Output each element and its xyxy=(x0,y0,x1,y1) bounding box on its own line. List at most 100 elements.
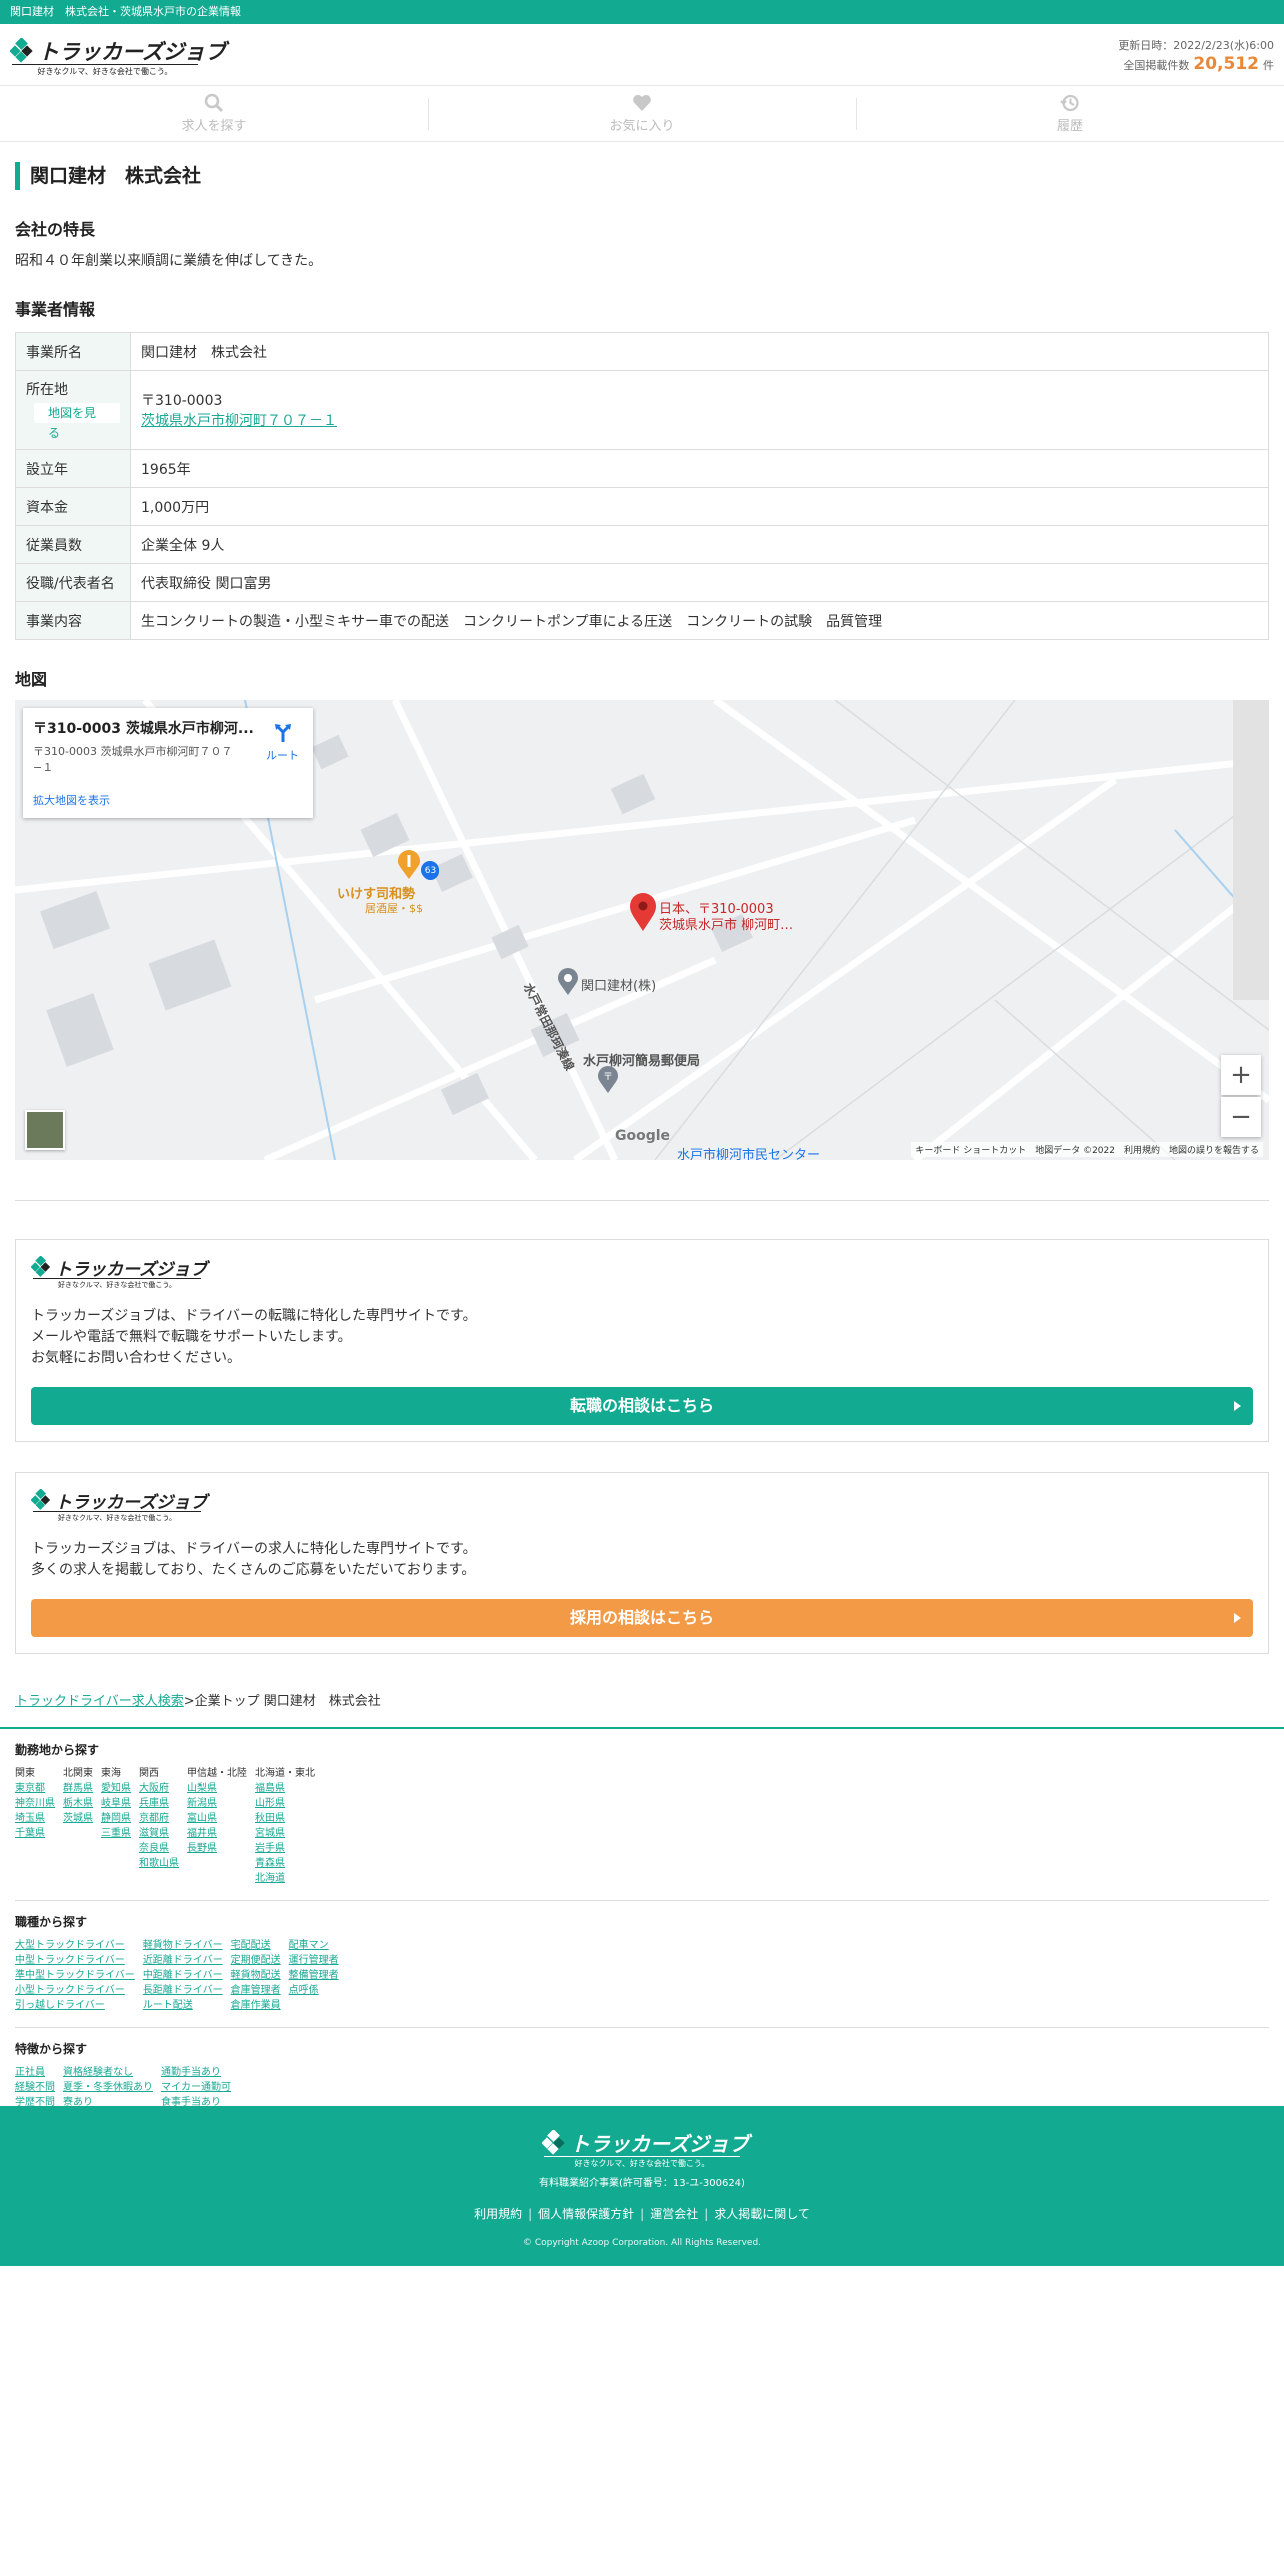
main-nav: 求人を探す お気に入り 履歴 xyxy=(0,86,1284,142)
history-icon xyxy=(1060,94,1079,112)
directory-link[interactable]: 山形県 xyxy=(255,1796,315,1811)
directory-link[interactable]: 整備管理者 xyxy=(289,1968,339,1983)
directory-link[interactable]: 和歌山県 xyxy=(139,1856,179,1871)
directory-link[interactable]: 正社員 xyxy=(15,2065,55,2080)
footer-link-terms[interactable]: 利用規約 xyxy=(474,2207,522,2221)
directory-link[interactable]: 準中型トラックドライバー xyxy=(15,1968,135,1983)
directory-link[interactable]: 奈良県 xyxy=(139,1841,179,1856)
nav-favorites[interactable]: お気に入り xyxy=(428,86,856,141)
zoom-in-button[interactable]: + xyxy=(1221,1055,1261,1095)
directory-link[interactable]: 大阪府 xyxy=(139,1781,179,1796)
directory-link[interactable]: 山梨県 xyxy=(187,1781,247,1796)
company-pin-icon xyxy=(558,968,578,995)
directory-link[interactable]: 通勤手当あり xyxy=(161,2065,241,2080)
footer-link-company[interactable]: 運営会社 xyxy=(634,2207,698,2221)
directory-link[interactable]: 配車マン xyxy=(289,1938,339,1953)
route-button[interactable]: ルート xyxy=(266,722,299,763)
directory-link[interactable]: 青森県 xyxy=(255,1856,315,1871)
zoom-out-button[interactable]: − xyxy=(1221,1097,1261,1137)
directory-link[interactable]: 宮城県 xyxy=(255,1826,315,1841)
directory-link[interactable]: 軽貨物ドライバー xyxy=(143,1938,223,1953)
satellite-toggle[interactable] xyxy=(25,1110,65,1150)
directory-link[interactable]: 岩手県 xyxy=(255,1841,315,1856)
directory-link[interactable]: 宅配配送 xyxy=(231,1938,281,1953)
logo-diamond-icon xyxy=(542,2130,565,2155)
top-bar-text: 関口建材 株式会社・茨城県水戸市の企業情報 xyxy=(10,5,241,18)
location-pin-icon[interactable] xyxy=(629,892,657,932)
directory-link[interactable]: 三重県 xyxy=(101,1826,131,1841)
directory-link[interactable]: 富山県 xyxy=(187,1811,247,1826)
directory-link[interactable]: 引っ越しドライバー xyxy=(15,1998,135,2013)
directory-link[interactable]: 茨城県 xyxy=(63,1811,93,1826)
site-header: トラッカーズジョブ 好きなクルマ、好きな会社で働こう。 更新日時：2022/2/… xyxy=(0,24,1284,86)
directory-link[interactable]: 大型トラックドライバー xyxy=(15,1938,135,1953)
footer-separator xyxy=(0,1727,1284,1729)
directory-link[interactable]: 秋田県 xyxy=(255,1811,315,1826)
directory-link[interactable]: 神奈川県 xyxy=(15,1796,55,1811)
career-consult-button[interactable]: 転職の相談はこちら xyxy=(31,1387,1253,1425)
directory-link[interactable]: 中型トラックドライバー xyxy=(15,1953,135,1968)
directory-link[interactable]: 小型トラックドライバー xyxy=(15,1983,135,1998)
page-title: 関口建材 株式会社 xyxy=(15,162,1269,190)
updated-time: 更新日時：2022/2/23(水)6:00 xyxy=(1118,39,1274,52)
address-link[interactable]: 茨城県水戸市柳河町７０７－１ xyxy=(141,413,337,429)
breadcrumb-current: 企業トップ 関口建材 株式会社 xyxy=(194,1694,381,1709)
footer-logo[interactable]: トラッカーズジョブ 好きなクルマ、好きな会社で働こう。 xyxy=(542,2128,749,2168)
directory-link[interactable]: 経験不問 xyxy=(15,2080,55,2095)
directory-link[interactable]: 福井県 xyxy=(187,1826,247,1841)
map-card-address: 〒310-0003 茨城県水戸市柳河町７０７−１ xyxy=(33,745,233,774)
directory-link[interactable]: 京都府 xyxy=(139,1811,179,1826)
row-label: 設立年 xyxy=(15,449,131,488)
feature-heading: 会社の特長 xyxy=(15,220,96,239)
site-logo[interactable]: トラッカーズジョブ 好きなクルマ、好きな会社で働こう。 xyxy=(10,36,226,78)
company-place-label: 関口建材(株) xyxy=(581,979,657,994)
directory-link[interactable]: ルート配送 xyxy=(143,1998,223,2013)
directory-link[interactable]: 滋賀県 xyxy=(139,1826,179,1841)
directory-link[interactable]: 運行管理者 xyxy=(289,1953,339,1968)
directory-link[interactable]: 千葉県 xyxy=(15,1826,55,1841)
directory-link[interactable]: 岐阜県 xyxy=(101,1796,131,1811)
section-divider xyxy=(15,1200,1269,1201)
directory-link[interactable]: 倉庫管理者 xyxy=(231,1983,281,1998)
directory-column: 配車マン 運行管理者 整備管理者 点呼係 xyxy=(289,1938,339,2013)
directory-link[interactable]: 軽貨物配送 xyxy=(231,1968,281,1983)
directory-link[interactable]: 兵庫県 xyxy=(139,1796,179,1811)
directory-link[interactable]: 愛知県 xyxy=(101,1781,131,1796)
nav-history[interactable]: 履歴 xyxy=(856,86,1284,141)
directory-link[interactable]: 近距離ドライバー xyxy=(143,1953,223,1968)
directory-column: 関西 大阪府 兵庫県 京都府 滋賀県 奈良県 和歌山県 xyxy=(139,1766,179,1886)
footer-link-posting[interactable]: 求人掲載に関して xyxy=(698,2207,810,2221)
count-label: 全国掲載件数 xyxy=(1123,59,1190,72)
directory-link[interactable]: 倉庫作業員 xyxy=(231,1998,281,2013)
breadcrumb-home-link[interactable]: トラックドライバー求人検索 xyxy=(15,1694,184,1709)
directory-link[interactable]: 点呼係 xyxy=(289,1983,339,1998)
hiring-consult-button[interactable]: 採用の相談はこちら xyxy=(31,1599,1253,1637)
directory-link[interactable]: 新潟県 xyxy=(187,1796,247,1811)
route-number-badge: 63 xyxy=(422,863,439,880)
directory-link[interactable]: 定期便配送 xyxy=(231,1953,281,1968)
directory-link[interactable]: 群馬県 xyxy=(63,1781,93,1796)
directory-link[interactable]: 静岡県 xyxy=(101,1811,131,1826)
map-footer-links[interactable]: キーボード ショートカット 地図データ ©2022 利用規約 地図の誤りを報告す… xyxy=(911,1142,1263,1157)
row-value: 1965年 xyxy=(130,449,1269,488)
directory-link[interactable]: 資格経験者なし xyxy=(63,2065,153,2080)
row-value: 生コンクリートの製造・小型ミキサー車での配送 コンクリートポンプ車による圧送 コ… xyxy=(130,601,1269,640)
directory-link[interactable]: 長野県 xyxy=(187,1841,247,1856)
directory-link[interactable]: 東京都 xyxy=(15,1781,55,1796)
directory-link[interactable]: 栃木県 xyxy=(63,1796,93,1811)
view-map-button[interactable]: 地図を見る xyxy=(34,403,120,440)
directory-link[interactable]: 埼玉県 xyxy=(15,1811,55,1826)
directory-link[interactable]: マイカー通勤可 xyxy=(161,2080,241,2095)
directory-link[interactable]: 夏季・冬季休暇あり xyxy=(63,2080,153,2095)
directory-link[interactable]: 中距離ドライバー xyxy=(143,1968,223,1983)
directory-link[interactable]: 北海道 xyxy=(255,1871,315,1886)
embedded-map[interactable]: 〒310-0003 茨城県水戸市柳河... 〒310-0003 茨城県水戸市柳河… xyxy=(15,700,1269,1160)
license-number: 有料職業紹介事業(許可番号：13-ユ-300624) xyxy=(539,2178,745,2189)
row-label: 事業内容 xyxy=(15,601,131,640)
directory-link[interactable]: 長距離ドライバー xyxy=(143,1983,223,1998)
nav-search-jobs[interactable]: 求人を探す xyxy=(0,86,428,141)
count-unit: 件 xyxy=(1263,59,1274,72)
directory-link[interactable]: 福島県 xyxy=(255,1781,315,1796)
footer-link-privacy[interactable]: 個人情報保護方針 xyxy=(522,2207,634,2221)
enlarge-map-link[interactable]: 拡大地図を表示 xyxy=(33,792,110,808)
